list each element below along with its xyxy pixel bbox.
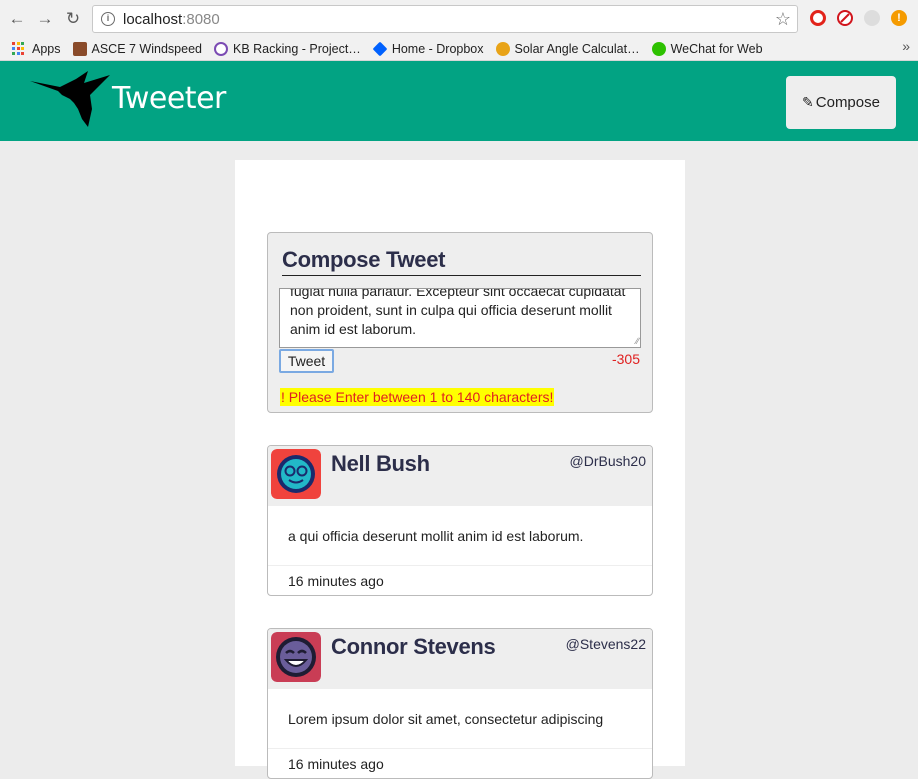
opera-extension-icon[interactable]	[810, 10, 826, 26]
tweet-body: a qui officia deserunt mollit anim id es…	[288, 528, 584, 544]
bookmark-apps[interactable]: Apps	[12, 41, 61, 56]
tweet-submit-button[interactable]: Tweet	[279, 349, 334, 373]
tweet-footer: 16 minutes ago	[268, 748, 652, 778]
reload-icon[interactable]: ↻	[62, 8, 84, 30]
extension-icon[interactable]	[864, 10, 880, 26]
tweet-author-handle: @Stevens22	[565, 636, 646, 652]
alert-extension-icon[interactable]: !	[891, 10, 907, 26]
bookmark-kb-racking[interactable]: KB Racking - Project…	[213, 41, 361, 56]
tweet-header: Connor Stevens @Stevens22	[268, 629, 652, 689]
compose-button[interactable]: ✎ Compose	[786, 76, 896, 129]
back-arrow-icon[interactable]: ←	[6, 8, 28, 30]
error-message: ! Please Enter between 1 to 140 characte…	[280, 388, 555, 406]
bookmark-asce[interactable]: ASCE 7 Windspeed	[72, 41, 202, 56]
tweet-footer: 16 minutes ago	[268, 565, 652, 595]
adblock-extension-icon[interactable]	[837, 10, 853, 26]
tweet-textarea-text: fugiat nulla pariatur. Excepteur sint oc…	[290, 288, 626, 337]
compose-tweet-panel: Compose Tweet fugiat nulla pariatur. Exc…	[267, 232, 653, 413]
solar-favicon-icon	[495, 41, 510, 56]
bookmark-dropbox[interactable]: Home - Dropbox	[372, 41, 484, 56]
tweet-textarea[interactable]: fugiat nulla pariatur. Excepteur sint oc…	[279, 288, 641, 348]
info-icon[interactable]: i	[101, 12, 115, 26]
avatar	[271, 449, 321, 499]
address-bar-row: ← → ↻ i localhost:8080 ☆ !	[0, 0, 918, 37]
asce-favicon-icon	[72, 41, 87, 56]
bookmarks-bar: Apps ASCE 7 Windspeed KB Racking - Proje…	[0, 37, 918, 60]
url-bar[interactable]: i localhost:8080 ☆	[92, 5, 798, 33]
url-text[interactable]: localhost:8080	[123, 11, 220, 28]
tweet-header: Nell Bush @DrBush20	[268, 446, 652, 506]
tweet-author-name: Connor Stevens	[331, 634, 496, 659]
hummingbird-logo-icon	[30, 71, 110, 127]
forward-arrow-icon[interactable]: →	[34, 8, 56, 30]
edit-icon: ✎	[802, 94, 814, 110]
tweet-timestamp: 16 minutes ago	[288, 756, 384, 772]
bookmark-star-icon[interactable]: ☆	[775, 9, 791, 30]
brand-title[interactable]: Tweeter	[112, 81, 226, 116]
wechat-favicon-icon	[651, 41, 666, 56]
tweet-body: Lorem ipsum dolor sit amet, consectetur …	[288, 711, 604, 727]
browser-chrome: ← → ↻ i localhost:8080 ☆ ! Apps ASCE 7 W…	[0, 0, 918, 61]
compose-title: Compose Tweet	[282, 247, 641, 276]
bookmarks-overflow-button[interactable]: »	[902, 38, 910, 54]
kb-favicon-icon	[213, 41, 228, 56]
compose-button-label: Compose	[815, 94, 880, 111]
main-feed: Compose Tweet fugiat nulla pariatur. Exc…	[235, 160, 685, 779]
avatar	[271, 632, 321, 682]
dropbox-favicon-icon	[372, 41, 388, 56]
tweet-timestamp: 16 minutes ago	[288, 573, 384, 589]
tweet-author-name: Nell Bush	[331, 451, 430, 476]
bookmark-wechat[interactable]: WeChat for Web	[651, 41, 763, 56]
app-header: Tweeter ✎ Compose	[0, 61, 918, 141]
tweet-author-handle: @DrBush20	[569, 453, 646, 469]
apps-grid-icon	[12, 41, 26, 56]
resize-handle-icon[interactable]: ∕∕	[636, 337, 639, 346]
tweet-card: Nell Bush @DrBush20 a qui officia deseru…	[267, 445, 653, 596]
tweet-card: Connor Stevens @Stevens22 Lorem ipsum do…	[267, 628, 653, 779]
bookmark-solar-angle[interactable]: Solar Angle Calculat…	[495, 41, 640, 56]
character-counter: -305	[611, 351, 640, 367]
